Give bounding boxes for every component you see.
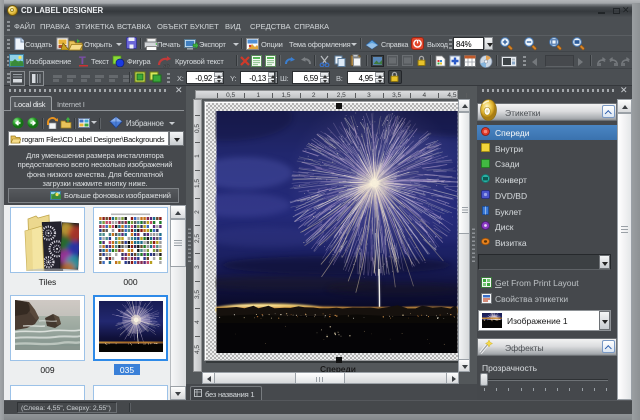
svg-text:ab: ab xyxy=(163,64,170,69)
